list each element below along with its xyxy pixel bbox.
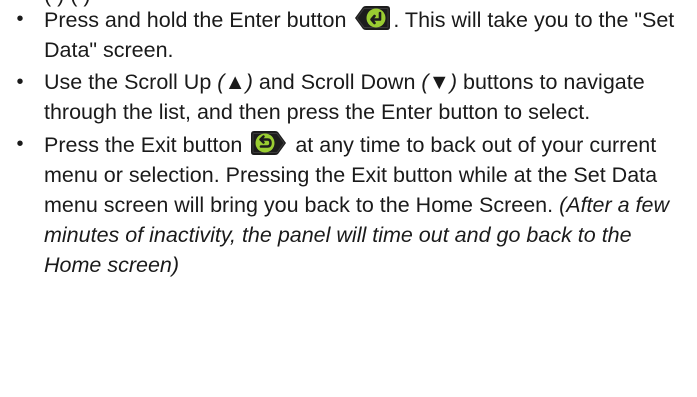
scroll-up-symbol: ▲ (224, 70, 246, 94)
scroll-down-symbol: ▼ (428, 70, 450, 94)
bullet: • (16, 133, 24, 155)
list-item: • Press the Exit button at any time to b… (0, 129, 697, 280)
enter-icon (353, 4, 392, 32)
bullet: • (16, 8, 24, 30)
exit-icon (249, 129, 288, 157)
instruction-list: • Press and hold the Enter button . This… (0, 4, 697, 282)
list-item: • Press and hold the Enter button . This… (0, 4, 697, 65)
bullet: • (16, 71, 24, 93)
list-item: • Use the Scroll Up (▲) and Scroll Down … (0, 67, 697, 127)
